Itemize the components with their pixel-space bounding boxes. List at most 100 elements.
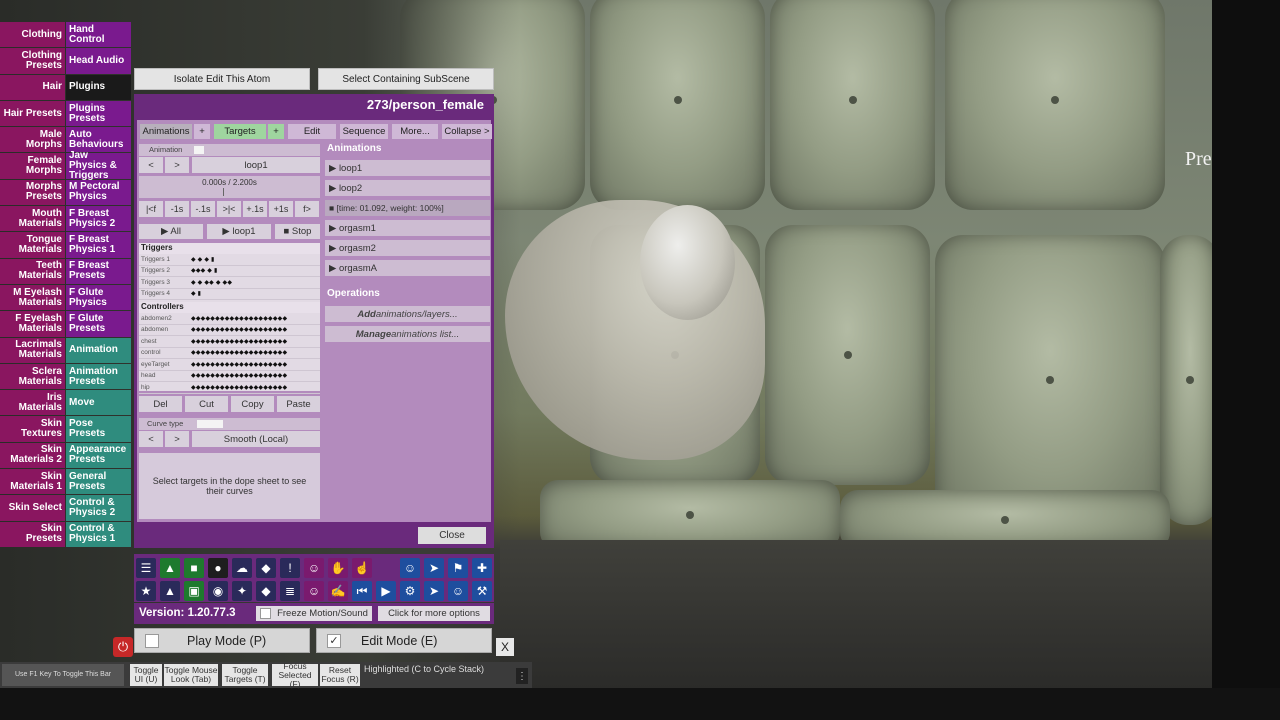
trigger-row[interactable]: Triggers 1 ◆ ◆ ◆ ▮ — [139, 254, 320, 266]
play-mode-button[interactable]: Play Mode (P) — [134, 628, 310, 653]
menu-item-left[interactable]: Skin Select — [0, 495, 65, 521]
toolbar-tool-icon[interactable]: ≣ — [280, 581, 300, 601]
delete-button[interactable]: Del — [139, 396, 182, 412]
prev-animation-button[interactable]: < — [139, 157, 163, 173]
toolbar-tool-icon[interactable]: ➤ — [424, 581, 444, 601]
menu-item-left[interactable]: Clothing — [0, 22, 65, 48]
scrub-fwd-1s-button[interactable]: +1s — [269, 201, 293, 217]
menu-item-left[interactable]: Skin Textures — [0, 416, 65, 442]
menu-item-right[interactable]: Move — [66, 390, 131, 416]
freeze-checkbox[interactable] — [260, 608, 272, 619]
more-options-button[interactable]: Click for more options — [378, 606, 490, 621]
trigger-keyframes[interactable]: ◆ ▮ — [191, 290, 320, 297]
controller-keyframes[interactable]: ◆◆◆◆◆◆◆◆◆◆◆◆◆◆◆◆◆◆◆◆ — [191, 326, 320, 333]
menu-item-left[interactable]: Skin Materials 1 — [0, 469, 65, 495]
toolbar-tool-icon[interactable]: ✚ — [472, 558, 492, 578]
menu-item-right[interactable]: M Pectoral Physics — [66, 179, 131, 206]
animation-slider-handle[interactable] — [194, 146, 204, 154]
toolbar-tool-icon[interactable]: ▶ — [376, 581, 396, 601]
prev-curve-type-button[interactable]: < — [139, 431, 163, 447]
focus-selected-button[interactable]: Focus Selected (F) — [272, 661, 318, 688]
menu-item-right[interactable]: Animation Presets — [66, 363, 131, 390]
toolbar-tool-icon[interactable]: ⚑ — [448, 558, 468, 578]
controller-keyframes[interactable]: ◆◆◆◆◆◆◆◆◆◆◆◆◆◆◆◆◆◆◆◆ — [191, 384, 320, 391]
menu-item-right[interactable]: Pose Presets — [66, 416, 131, 442]
controller-row[interactable]: head ◆◆◆◆◆◆◆◆◆◆◆◆◆◆◆◆◆◆◆◆ — [139, 371, 320, 382]
toolbar-tool-icon[interactable]: ▣ — [184, 581, 204, 601]
copy-button[interactable]: Copy — [231, 396, 274, 412]
menu-item-right[interactable]: Plugins Presets — [66, 100, 131, 127]
toolbar-tool-icon[interactable]: ● — [208, 558, 228, 578]
trigger-keyframes[interactable]: ◆◆◆ ◆ ▮ — [191, 267, 320, 274]
tab-animations[interactable]: Animations — [140, 124, 192, 139]
animation-item-orgasm2[interactable]: ▶ orgasm2 — [325, 240, 490, 256]
toolbar-tool-icon[interactable]: ☁ — [232, 558, 252, 578]
curve-type-bar[interactable]: Curve type — [139, 418, 320, 430]
controller-row[interactable]: abdomen2 ◆◆◆◆◆◆◆◆◆◆◆◆◆◆◆◆◆◆◆◆ — [139, 313, 320, 325]
toolbar-tool-icon[interactable]: ☺ — [304, 558, 324, 578]
menu-item-left[interactable]: Hair — [0, 74, 65, 100]
trigger-keyframes[interactable]: ◆ ◆ ◆ ▮ — [191, 256, 320, 263]
menu-item-left[interactable]: Male Morphs — [0, 127, 65, 153]
controller-row[interactable]: chest ◆◆◆◆◆◆◆◆◆◆◆◆◆◆◆◆◆◆◆◆ — [139, 336, 320, 348]
controller-keyframes[interactable]: ◆◆◆◆◆◆◆◆◆◆◆◆◆◆◆◆◆◆◆◆ — [191, 372, 320, 379]
scrub-snap-button[interactable]: >|< — [217, 201, 241, 217]
toolbar-tool-icon[interactable]: ◆ — [256, 558, 276, 578]
curve-type-slider-handle[interactable] — [197, 420, 223, 428]
trigger-row[interactable]: Triggers 4 ◆ ▮ — [139, 289, 320, 300]
menu-item-left[interactable]: Sclera Materials — [0, 363, 65, 390]
menu-item-right[interactable]: Auto Behaviours — [66, 127, 131, 153]
toolbar-tool-icon[interactable]: ⚙ — [400, 581, 420, 601]
menu-item-right[interactable]: Animation — [66, 337, 131, 363]
menu-item-left[interactable]: Female Morphs — [0, 153, 65, 179]
toolbar-tool-icon[interactable]: ⏮ — [352, 581, 372, 601]
toolbar-tool-icon[interactable]: ➤ — [424, 558, 444, 578]
toggle-mouse-look-button[interactable]: Toggle Mouse Look (Tab) — [164, 664, 218, 686]
reset-focus-button[interactable]: Reset Focus (R) — [320, 664, 360, 686]
controller-keyframes[interactable]: ◆◆◆◆◆◆◆◆◆◆◆◆◆◆◆◆◆◆◆◆ — [191, 349, 320, 356]
tab-sequence[interactable]: Sequence — [340, 124, 388, 139]
animation-selector-bar[interactable]: Animation — [139, 144, 320, 156]
menu-item-right[interactable]: Control & Physics 1 — [66, 521, 131, 547]
scrub-snap-start-button[interactable]: |<f — [139, 201, 163, 217]
close-button[interactable]: Close — [418, 527, 486, 544]
menu-item-right[interactable]: General Presets — [66, 469, 131, 495]
menu-item-right[interactable]: F Breast Physics 1 — [66, 232, 131, 258]
menu-item-left[interactable]: Skin Presets — [0, 521, 65, 547]
menu-item-left[interactable]: Lacrimals Materials — [0, 337, 65, 363]
toolbar-tool-icon[interactable]: ■ — [184, 558, 204, 578]
isolate-edit-atom-button[interactable]: Isolate Edit This Atom — [134, 68, 310, 90]
toolbar-tool-icon[interactable]: ✦ — [232, 581, 252, 601]
toolbar-tool-icon[interactable]: ◆ — [256, 581, 276, 601]
toolbar-tool-icon[interactable]: ☺ — [400, 558, 420, 578]
animation-item-loop1[interactable]: ▶ loop1 — [325, 160, 490, 176]
menu-item-right[interactable]: Plugins — [66, 74, 131, 100]
menu-item-right[interactable]: F Breast Presets — [66, 258, 131, 284]
scrub-back-1s-button[interactable]: -1s — [165, 201, 189, 217]
menu-item-left[interactable]: Iris Materials — [0, 390, 65, 416]
play-all-button[interactable]: ▶ All — [139, 224, 203, 239]
play-current-button[interactable]: ▶ loop1 — [207, 224, 271, 239]
menu-item-right[interactable]: Hand Control — [66, 22, 131, 48]
curve-type-dropdown[interactable]: Smooth (Local) — [192, 431, 320, 447]
edit-mode-button[interactable]: ✓ Edit Mode (E) — [316, 628, 492, 653]
close-x-button[interactable]: X — [496, 638, 514, 656]
controller-row[interactable]: abdomen ◆◆◆◆◆◆◆◆◆◆◆◆◆◆◆◆◆◆◆◆ — [139, 325, 320, 336]
toolbar-tool-icon[interactable]: ⚒ — [472, 581, 492, 601]
toolbar-tool-icon[interactable]: ☝ — [352, 558, 372, 578]
toolbar-tool-icon[interactable]: ! — [280, 558, 300, 578]
menu-item-left[interactable]: F Eyelash Materials — [0, 311, 65, 337]
trigger-row[interactable]: Triggers 2 ◆◆◆ ◆ ▮ — [139, 266, 320, 277]
toolbar-tool-icon[interactable]: ✋ — [328, 558, 348, 578]
menu-item-right[interactable]: F Breast Physics 2 — [66, 206, 131, 232]
toggle-ui-button[interactable]: Toggle UI (U) — [130, 664, 162, 686]
trigger-keyframes[interactable]: ◆ ◆ ◆◆ ◆ ◆◆ — [191, 279, 320, 286]
scrub-fwd-01s-button[interactable]: +.1s — [243, 201, 267, 217]
controller-row[interactable]: hip ◆◆◆◆◆◆◆◆◆◆◆◆◆◆◆◆◆◆◆◆ — [139, 382, 320, 394]
stop-button[interactable]: ■ Stop — [275, 224, 320, 239]
paste-button[interactable]: Paste — [277, 396, 320, 412]
toolbar-tool-icon[interactable]: ☺ — [448, 581, 468, 601]
toolbar-tool-icon[interactable]: ☺ — [304, 581, 324, 601]
tab-more[interactable]: More... — [392, 124, 438, 139]
menu-item-right[interactable]: Control & Physics 2 — [66, 495, 131, 521]
